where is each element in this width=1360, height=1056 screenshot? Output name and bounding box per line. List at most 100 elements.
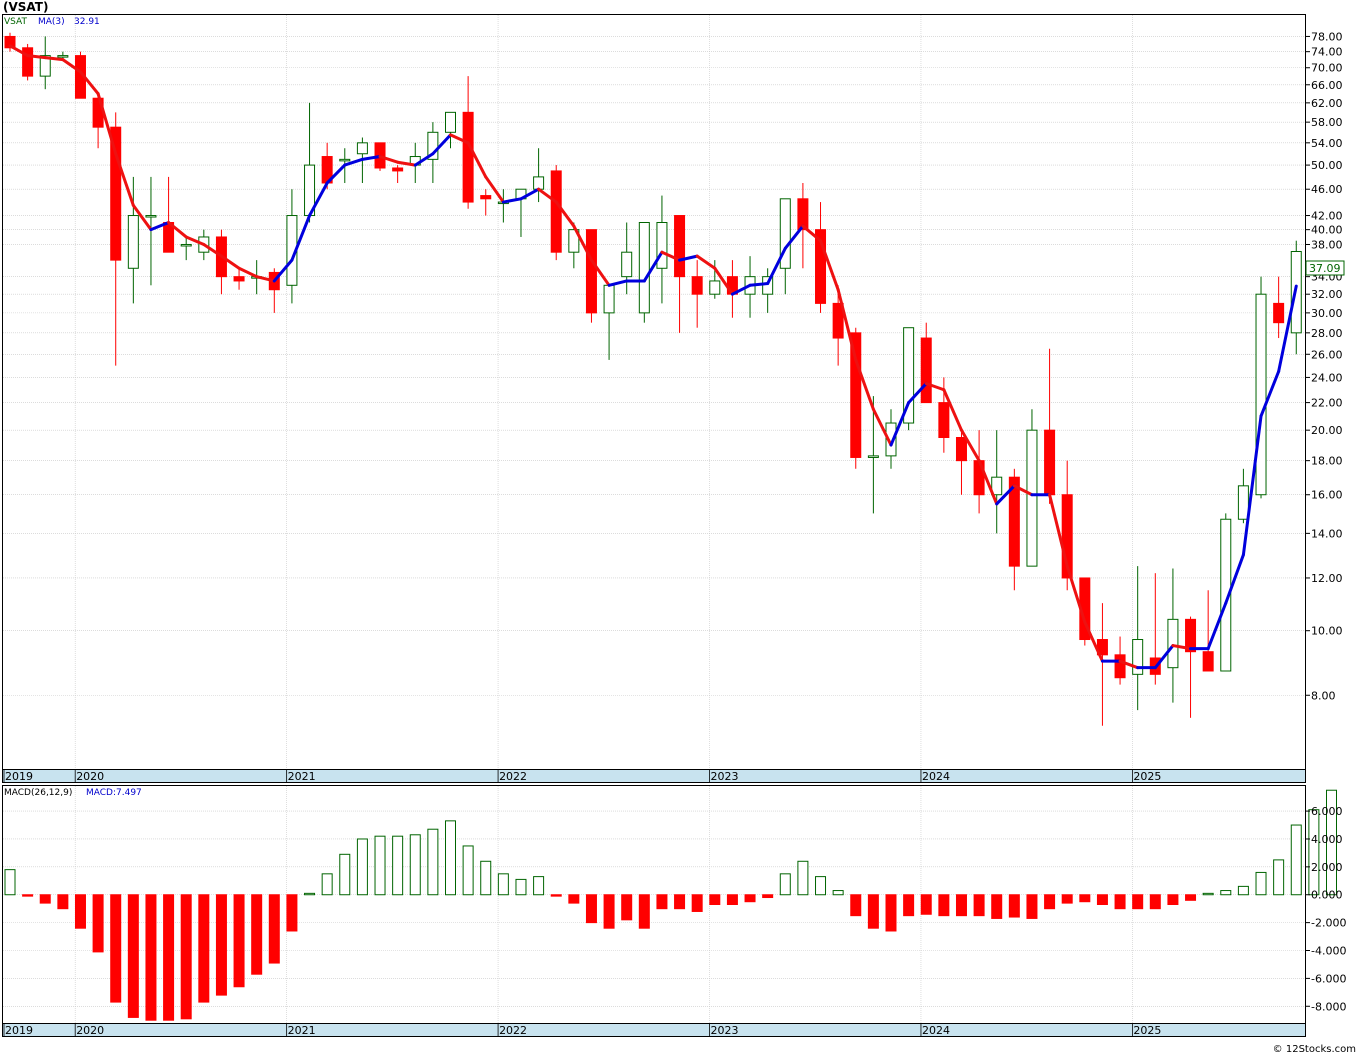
macd-bar xyxy=(4,869,16,896)
macd-bar xyxy=(1132,894,1144,910)
price-tick-label: 20.00 xyxy=(1311,424,1343,437)
macd-bar xyxy=(621,894,633,921)
macd-bar xyxy=(955,894,967,917)
candle-body xyxy=(1114,654,1126,679)
macd-bar xyxy=(251,894,263,975)
price-tick-label: 8.00 xyxy=(1311,689,1336,702)
macd-bar xyxy=(1008,894,1020,918)
macd-bar xyxy=(991,894,1003,919)
macd-bar xyxy=(726,894,738,905)
candle-body xyxy=(691,276,703,295)
date-label: 2022 xyxy=(499,770,527,783)
ma-legend: MA(3) xyxy=(38,17,65,27)
date-label: 2020 xyxy=(76,1024,104,1037)
price-tick-label: 12.00 xyxy=(1311,572,1343,585)
price-tick-label: 70.00 xyxy=(1311,62,1343,75)
candle-body xyxy=(1167,618,1179,669)
macd-bar xyxy=(92,894,104,953)
date-label: 2023 xyxy=(711,770,739,783)
macd-bar xyxy=(832,890,844,896)
candle-body xyxy=(603,284,615,314)
macd-tick-label: -6.000 xyxy=(1311,972,1346,985)
macd-bar xyxy=(180,894,192,1020)
candle-body xyxy=(57,55,69,58)
macd-bar xyxy=(1237,885,1249,896)
ticker-legend: VSAT xyxy=(4,17,27,27)
macd-bar xyxy=(127,894,139,1018)
macd-bar xyxy=(550,894,562,897)
macd-bar xyxy=(815,876,827,896)
macd-bar xyxy=(39,894,51,904)
macd-tick-label: 2.000 xyxy=(1311,861,1343,874)
macd-bar xyxy=(356,838,368,896)
macd-bar xyxy=(867,894,879,929)
macd-bar xyxy=(709,894,721,905)
candle-body xyxy=(550,170,562,253)
price-tick-label: 54.00 xyxy=(1311,137,1343,150)
macd-tick-label: 0.000 xyxy=(1311,889,1343,902)
macd-bar xyxy=(638,894,650,929)
date-label: 2020 xyxy=(76,770,104,783)
macd-bar xyxy=(392,835,404,896)
macd-bar xyxy=(850,894,862,917)
candle-body xyxy=(480,195,492,200)
candle-body xyxy=(145,215,157,218)
candle-body xyxy=(920,337,932,404)
macd-bar xyxy=(744,894,756,903)
macd-bar xyxy=(110,894,122,1003)
macd-bar xyxy=(515,878,527,896)
macd-bar xyxy=(1149,894,1161,910)
ma-value-legend: 32.91 xyxy=(74,17,100,27)
candle-body xyxy=(127,215,139,269)
candle-body xyxy=(1044,429,1056,496)
macd-bar xyxy=(163,894,175,1021)
macd-bar xyxy=(1096,894,1108,905)
price-tick-label: 58.00 xyxy=(1311,116,1343,129)
macd-bar xyxy=(903,894,915,917)
candle-body xyxy=(1026,429,1038,567)
candle-body xyxy=(445,111,456,133)
macd-bar xyxy=(1308,809,1320,896)
macd-bar xyxy=(762,894,774,899)
candle-body xyxy=(392,167,404,172)
ma-segment xyxy=(43,56,65,62)
price-axis: 8.00 10.00 12.00 14.00 16.00 18.00 20.00 22.00 2… xyxy=(1305,30,1343,702)
date-label: 2025 xyxy=(1133,770,1161,783)
price-tick-label: 26.00 xyxy=(1311,348,1343,361)
macd-bar xyxy=(57,894,69,910)
macd-bar xyxy=(779,873,791,896)
macd-bar xyxy=(145,894,157,1021)
macd-bar xyxy=(1185,894,1197,901)
macd-bar xyxy=(1044,894,1056,910)
candle-body xyxy=(638,222,650,314)
macd-bar xyxy=(462,845,474,896)
macd-bar xyxy=(1061,894,1073,904)
site-credit: © 12Stocks.com xyxy=(1273,1044,1356,1055)
macd-bar xyxy=(445,820,456,896)
candle-body xyxy=(533,176,545,190)
macd-value-legend: MACD:7.497 xyxy=(86,788,142,798)
macd-tick-label: -8.000 xyxy=(1311,1000,1346,1013)
last-price-label: 37.09 xyxy=(1309,262,1341,275)
macd-bar xyxy=(286,894,298,932)
candle-body xyxy=(1255,293,1267,496)
macd-axis: -8.000 -6.000 -4.000 -2.000 0.000 2.000 4.000 6… xyxy=(1305,805,1346,1013)
date-label: 2019 xyxy=(5,770,33,783)
macd-bar xyxy=(198,894,210,1003)
macd-bar xyxy=(1273,859,1285,896)
price-tick-label: 46.00 xyxy=(1311,183,1343,196)
macd-bar xyxy=(797,860,809,896)
candle-body xyxy=(867,455,879,458)
candle-body xyxy=(709,280,721,295)
macd-bar xyxy=(674,894,686,910)
macd-tick-label: -2.000 xyxy=(1311,917,1346,930)
price-tick-label: 14.00 xyxy=(1311,527,1343,540)
date-label: 2025 xyxy=(1133,1024,1161,1037)
price-tick-label: 16.00 xyxy=(1311,489,1343,502)
macd-panel-frame xyxy=(2,785,1306,1024)
macd-date-bar xyxy=(2,1023,1306,1037)
macd-bar xyxy=(1202,892,1214,896)
price-tick-label: 62.00 xyxy=(1311,97,1343,110)
macd-bar xyxy=(1026,894,1038,919)
price-tick-label: 22.00 xyxy=(1311,397,1343,410)
